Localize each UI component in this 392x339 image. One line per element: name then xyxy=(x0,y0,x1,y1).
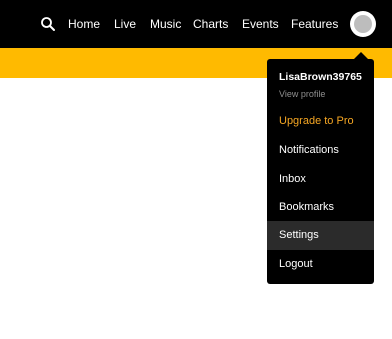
top-navigation-bar: Home Live Music Charts Events Features xyxy=(0,0,392,48)
view-profile-link[interactable]: View profile xyxy=(279,89,325,99)
menu-item-inbox[interactable]: Inbox xyxy=(267,165,374,194)
nav-live[interactable]: Live xyxy=(114,16,136,32)
menu-item-settings[interactable]: Settings xyxy=(267,221,374,250)
menu-item-logout[interactable]: Logout xyxy=(267,250,374,279)
user-dropdown-menu: LisaBrown39765 View profile Upgrade to P… xyxy=(267,59,374,284)
dropdown-caret xyxy=(354,52,368,59)
menu-item-upgrade-to-pro[interactable]: Upgrade to Pro xyxy=(267,107,374,136)
nav-charts[interactable]: Charts xyxy=(193,16,228,32)
nav-music[interactable]: Music xyxy=(150,16,181,32)
user-avatar-icon xyxy=(354,15,372,33)
menu-item-notifications[interactable]: Notifications xyxy=(267,136,374,165)
search-icon[interactable] xyxy=(40,16,56,32)
username-label: LisaBrown39765 xyxy=(279,71,362,83)
menu-item-bookmarks[interactable]: Bookmarks xyxy=(267,193,374,222)
user-avatar-button[interactable] xyxy=(350,11,376,37)
nav-features[interactable]: Features xyxy=(291,16,338,32)
nav-events[interactable]: Events xyxy=(242,16,279,32)
nav-home[interactable]: Home xyxy=(68,16,100,32)
